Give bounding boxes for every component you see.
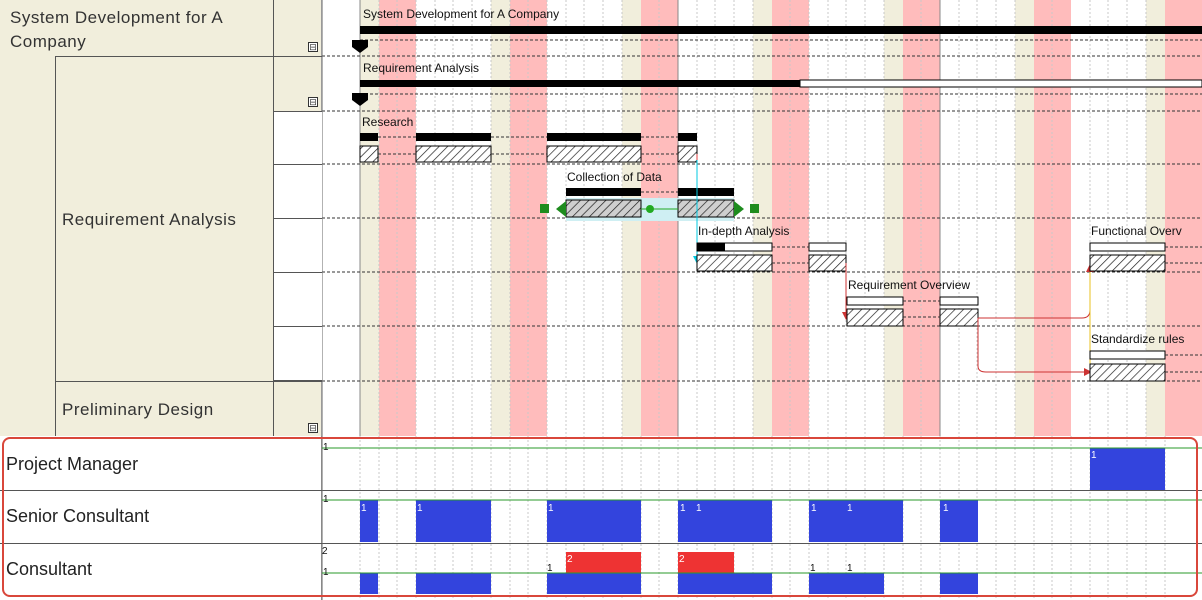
task-row-cell <box>274 218 322 272</box>
load-value: 1 <box>943 503 949 514</box>
resize-handle-icon <box>750 204 759 213</box>
load-value: 1 <box>417 503 423 514</box>
load-bar <box>1090 448 1165 490</box>
task-in-depth-analysis <box>696 242 847 272</box>
req-overview-label: Requirement Overview <box>848 278 971 292</box>
load-value: 1 <box>548 503 554 514</box>
resource-name[interactable]: Project Manager <box>6 454 138 475</box>
standardize-label: Standardize rules <box>1091 332 1185 346</box>
load-value: 1 <box>361 503 367 514</box>
max-capacity-label: 1 <box>323 567 329 578</box>
collapse-project-icon[interactable]: ⊟ <box>308 42 318 52</box>
phase-bar-label: Requirement Analysis <box>363 61 480 75</box>
load-value: 1 <box>547 563 553 574</box>
task-group-divider <box>55 381 322 382</box>
phase-name-column <box>55 56 56 436</box>
project-title[interactable]: System Development for A Company <box>10 6 272 54</box>
max-capacity-label: 2 <box>322 546 328 557</box>
resource-load-chart[interactable] <box>322 436 1202 600</box>
max-capacity-label: 1 <box>323 494 329 505</box>
indepth-label: In-depth Analysis <box>698 224 790 238</box>
project-bar-label: System Development for A Company <box>363 7 560 21</box>
load-value: 1 <box>696 503 702 514</box>
research-label: Research <box>362 115 414 129</box>
resource-name[interactable]: Consultant <box>6 559 92 580</box>
load-value: 1 <box>847 563 853 574</box>
resize-handle-icon <box>540 204 549 213</box>
functional-label: Functional Overv <box>1091 224 1182 238</box>
load-value: 1 <box>847 503 853 514</box>
max-capacity-label: 1 <box>323 442 329 453</box>
collapse-phase-icon[interactable]: ⊟ <box>308 97 318 107</box>
task-row-cell <box>274 326 322 381</box>
collapse-next-phase-icon[interactable]: ⊟ <box>308 423 318 433</box>
next-phase-title[interactable]: Preliminary Design <box>62 398 272 422</box>
task-row-cell <box>274 272 322 326</box>
load-value: 1 <box>680 503 686 514</box>
load-value: 1 <box>811 503 817 514</box>
project-summary-bar <box>360 26 1202 34</box>
collection-label: Collection of Data <box>567 170 662 184</box>
task-row-cell <box>274 164 322 218</box>
load-value: 1 <box>1091 450 1097 461</box>
load-value: 2 <box>679 554 685 565</box>
drag-handle-icon <box>646 205 654 213</box>
task-row-cell <box>274 111 322 165</box>
task-group-title[interactable]: Requirement Analysis <box>62 208 274 232</box>
resource-name[interactable]: Senior Consultant <box>6 506 149 527</box>
load-value: 1 <box>810 563 816 574</box>
phase-summary-bar <box>360 80 800 87</box>
project-row-divider <box>55 56 322 57</box>
load-value: 2 <box>567 554 573 565</box>
